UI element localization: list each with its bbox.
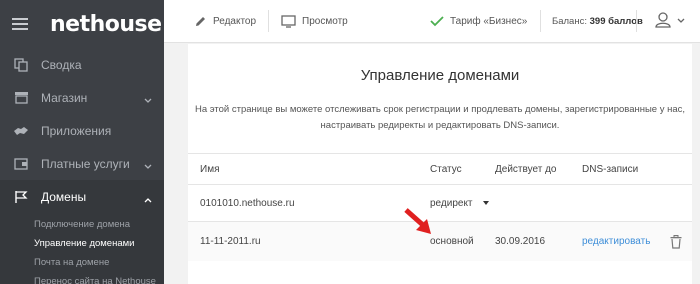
sidebar-item-label: Домены — [41, 189, 87, 204]
balance-value: 399 баллов — [589, 15, 643, 27]
user-icon — [654, 11, 672, 31]
chevron-up-icon — [144, 192, 152, 206]
column-header-status[interactable]: Статус — [430, 154, 462, 184]
store-icon — [13, 91, 29, 105]
sidebar-item-summary[interactable]: Сводка — [0, 48, 164, 81]
description-line: На этой странице вы можете отслеживать с… — [194, 104, 686, 115]
chevron-down-icon — [144, 159, 152, 173]
balance-display[interactable]: Баланс: 399 баллов — [552, 0, 643, 42]
subitem-domain-mail[interactable]: Почта на домене — [0, 253, 164, 272]
wallet-icon — [13, 157, 29, 171]
preview-button[interactable]: Просмотр — [269, 0, 348, 42]
monitor-icon — [281, 14, 296, 28]
domains-submenu: Подключение домена Управление доменами П… — [0, 213, 164, 284]
description-line: настраивать редиректы и редактировать DN… — [320, 120, 560, 131]
edit-dns-link[interactable]: редактировать — [582, 222, 650, 261]
topbar: Редактор Просмотр Тариф «Бизнес» Баланс:… — [164, 0, 700, 43]
subitem-label: Почта на домене — [34, 257, 110, 268]
chevron-down-icon — [677, 16, 685, 27]
tariff-label: Тариф «Бизнес» — [450, 15, 528, 27]
column-header-valid-until[interactable]: Действует до — [495, 154, 556, 184]
chevron-down-icon — [144, 93, 152, 107]
subitem-manage-domains[interactable]: Управление доменами — [0, 234, 164, 253]
subitem-label: Подключение домена — [34, 219, 131, 230]
domain-name: 11-11-2011.ru — [200, 236, 261, 247]
sidebar-item-paid-services[interactable]: Платные услуги — [0, 147, 164, 180]
table-row: 0101010.nethouse.ru редирект — [188, 185, 692, 221]
valid-until-date: 30.09.2016 — [495, 236, 546, 247]
tariff-link[interactable]: Тариф «Бизнес» — [430, 0, 527, 42]
status-value: основной — [430, 236, 474, 247]
subitem-site-transfer[interactable]: Перенос сайта на Nethouse — [0, 272, 164, 284]
editor-label: Редактор — [213, 15, 257, 27]
domain-name: 0101010.nethouse.ru — [200, 197, 295, 209]
menu-icon[interactable] — [12, 18, 28, 30]
main-card: Управление доменами На этой странице вы … — [188, 44, 692, 284]
preview-label: Просмотр — [302, 15, 348, 27]
column-header-name[interactable]: Имя — [200, 154, 219, 184]
sidebar-item-domains[interactable]: Домены — [0, 180, 164, 213]
sidebar-item-label: Платные услуги — [41, 156, 130, 171]
status-dropdown[interactable]: редирект — [430, 185, 489, 221]
table-row: 11-11-2011.ru основной 30.09.2016 редакт… — [188, 221, 692, 261]
subitem-connect-domain[interactable]: Подключение домена — [0, 215, 164, 234]
user-menu[interactable] — [654, 0, 685, 42]
trash-icon[interactable] — [670, 222, 682, 261]
status-value: редирект — [430, 197, 473, 209]
sidebar-header: nethouse — [0, 0, 164, 48]
editor-button[interactable]: Редактор — [164, 0, 268, 42]
logo-text: nethouse — [50, 11, 162, 37]
divider — [540, 10, 541, 32]
annotation-arrow-icon — [404, 208, 434, 241]
table-header: Имя Статус Действует до DNS-записи — [188, 153, 692, 185]
pencil-icon — [194, 15, 207, 28]
sidebar-item-label: Сводка — [41, 57, 82, 72]
copy-icon — [13, 57, 29, 72]
column-header-dns[interactable]: DNS-записи — [582, 154, 638, 184]
puzzle-icon — [13, 124, 29, 138]
subitem-label: Управление доменами — [34, 238, 135, 249]
subitem-label: Перенос сайта на Nethouse — [34, 276, 156, 284]
divider — [636, 10, 637, 32]
logo[interactable]: nethouse — [50, 12, 162, 37]
caret-down-icon — [482, 201, 489, 205]
sidebar-item-apps[interactable]: Приложения — [0, 114, 164, 147]
page-title: Управление доменами — [360, 67, 520, 84]
sidebar-item-label: Магазин — [41, 90, 88, 105]
sidebar-item-label: Приложения — [41, 123, 112, 138]
sidebar-item-store[interactable]: Магазин — [0, 81, 164, 114]
flag-icon — [13, 190, 29, 204]
page-description: На этой странице вы можете отслеживать с… — [188, 102, 692, 134]
sidebar: nethouse Сводка Магазин Приложения Платн… — [0, 0, 164, 284]
balance-prefix: Баланс: — [552, 15, 587, 27]
check-icon — [430, 15, 444, 27]
